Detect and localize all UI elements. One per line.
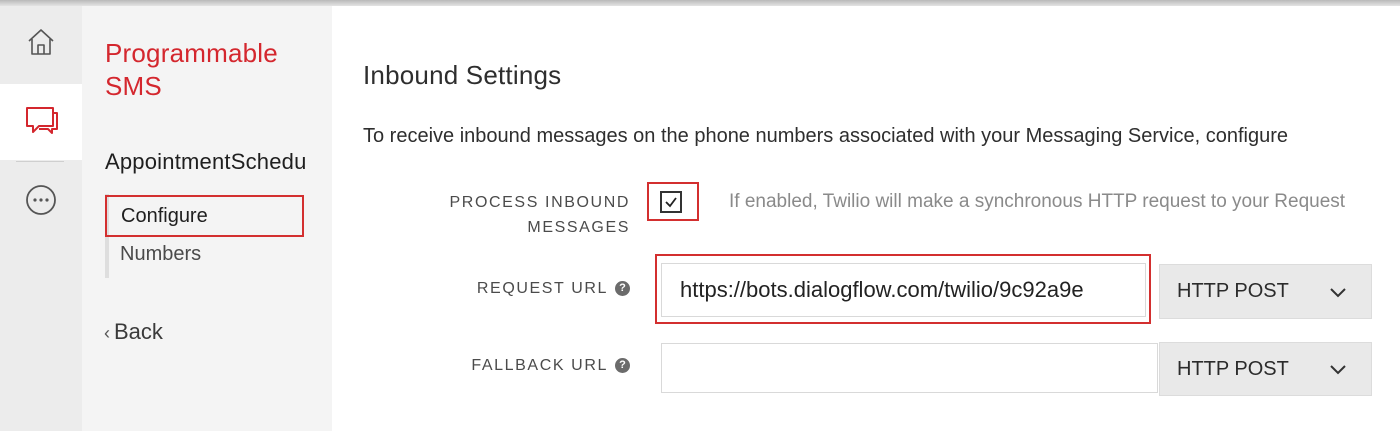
checkmark-icon	[665, 197, 677, 208]
rail-more[interactable]	[0, 164, 82, 240]
request-url-input[interactable]	[661, 263, 1146, 317]
help-icon[interactable]: ?	[615, 358, 630, 373]
request-url-label: REQUEST URL ?	[420, 276, 630, 301]
rail-home[interactable]	[0, 6, 82, 82]
fallback-method-value: HTTP POST	[1177, 357, 1289, 380]
request-method-value: HTTP POST	[1177, 280, 1289, 302]
fallback-url-label-text: FALLBACK URL	[471, 357, 608, 374]
sidebar-item-label: Configure	[121, 204, 208, 227]
icon-rail	[0, 6, 82, 431]
request-url-label-text: REQUEST URL	[476, 280, 608, 297]
more-icon	[25, 184, 57, 221]
product-title: Programmable SMS	[105, 38, 278, 101]
process-inbound-hint: If enabled, Twilio will make a synchrono…	[729, 191, 1346, 212]
process-inbound-highlight	[647, 182, 699, 221]
back-link[interactable]: ‹ Back	[104, 319, 163, 345]
sidebar-item-configure[interactable]: Configure	[105, 195, 304, 237]
fallback-url-label: FALLBACK URL ?	[420, 353, 630, 378]
back-label: Back	[114, 319, 163, 344]
fallback-url-input[interactable]	[661, 343, 1158, 393]
sidebar-item-numbers[interactable]: Numbers	[120, 243, 201, 266]
service-name: AppointmentSchedu	[105, 149, 307, 174]
request-method-select[interactable]: HTTP POST	[1159, 264, 1372, 319]
home-icon	[26, 27, 56, 62]
chevron-left-icon: ‹	[104, 323, 110, 343]
chat-icon	[25, 104, 59, 141]
intro-text: To receive inbound messages on the phone…	[363, 125, 1288, 147]
help-icon[interactable]: ?	[615, 281, 630, 296]
page-title: Inbound Settings	[363, 60, 562, 90]
process-inbound-checkbox[interactable]	[660, 191, 682, 213]
process-inbound-label: PROCESS INBOUND MESSAGES	[449, 194, 630, 236]
rail-messaging[interactable]	[0, 84, 82, 160]
product-sidebar: Programmable SMS AppointmentSchedu Confi…	[82, 6, 332, 431]
rail-divider	[16, 161, 64, 162]
fallback-method-select[interactable]: HTTP POST	[1159, 342, 1372, 396]
chevron-down-icon	[1330, 287, 1346, 297]
chevron-down-icon	[1330, 365, 1346, 375]
